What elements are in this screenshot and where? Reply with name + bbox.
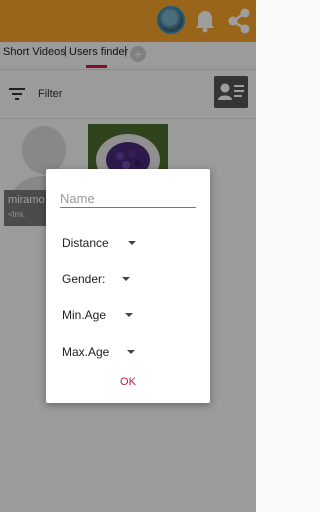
distance-select[interactable]: Distance — [62, 236, 109, 250]
ok-button[interactable]: OK — [46, 376, 210, 388]
min-age-select[interactable]: Min.Age — [62, 308, 106, 322]
filter-dialog: Distance Gender: Min.Age Max.Age OK — [46, 169, 210, 403]
dropdown-caret-icon — [128, 241, 136, 245]
dropdown-caret-icon — [125, 313, 133, 317]
gender-select[interactable]: Gender: — [62, 272, 105, 286]
dropdown-caret-icon — [127, 350, 135, 354]
max-age-select[interactable]: Max.Age — [62, 345, 109, 359]
dropdown-caret-icon — [122, 277, 130, 281]
name-input[interactable] — [60, 189, 196, 208]
